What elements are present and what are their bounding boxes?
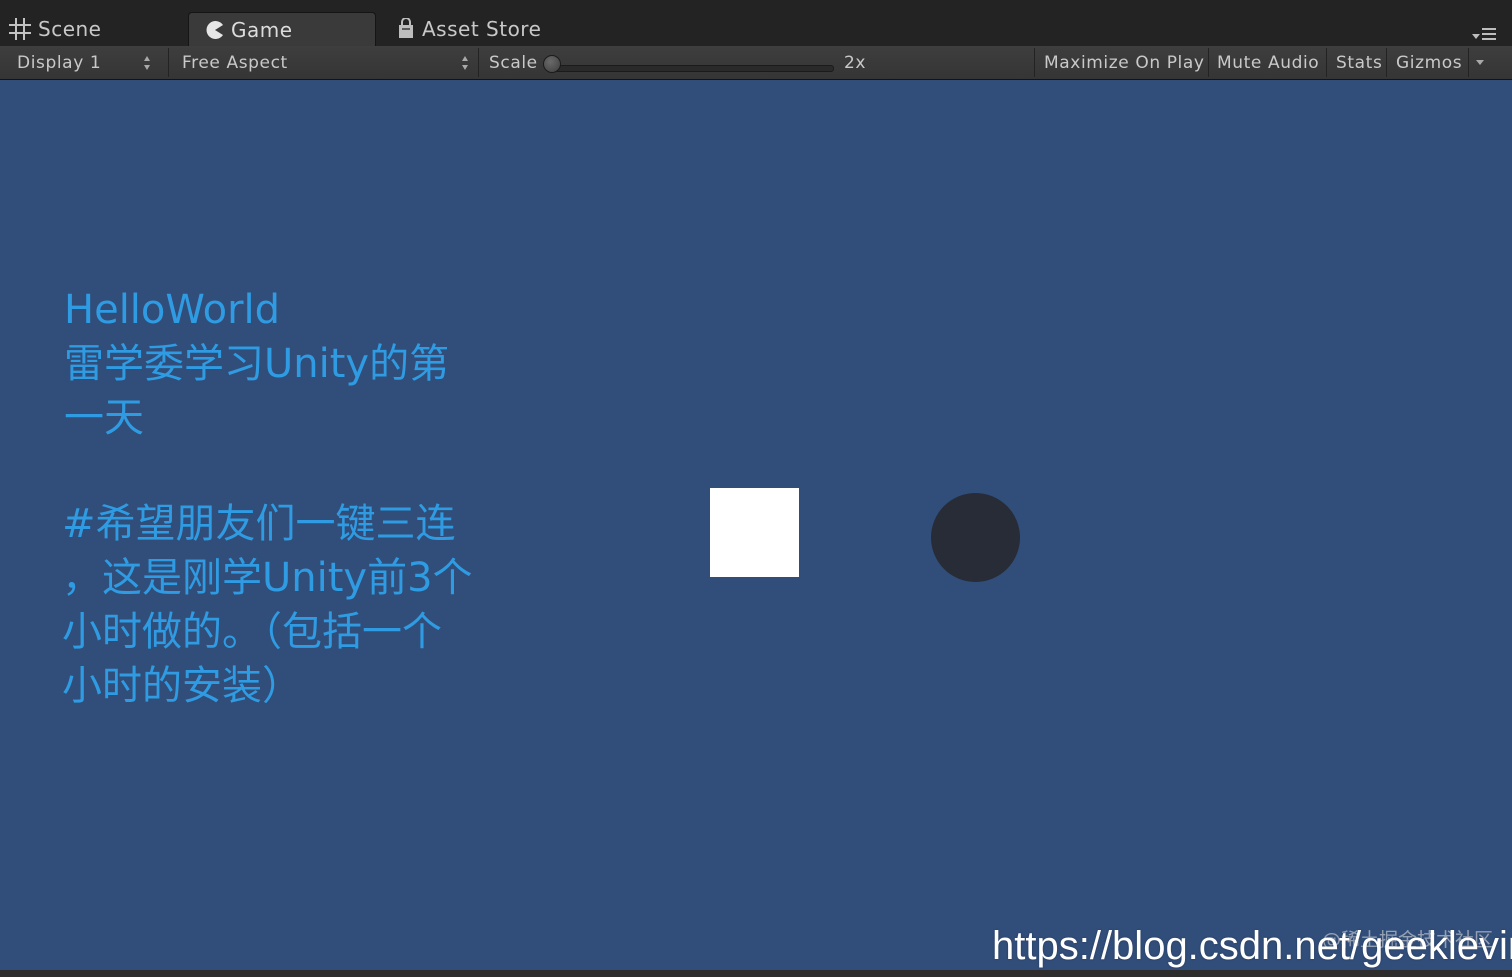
white-square-sprite [710, 488, 799, 577]
dark-circle-sprite [931, 493, 1020, 582]
tab-scene[interactable]: Scene [8, 12, 178, 46]
pacman-icon [205, 20, 225, 40]
up-down-arrows-icon [462, 56, 470, 70]
gizmos-button[interactable]: Gizmos [1386, 46, 1468, 79]
display-dropdown[interactable]: Display 1 [0, 46, 160, 79]
aspect-dropdown-label: Free Aspect [182, 52, 288, 73]
wish-text: #希望朋友们一键三连 ，这是刚学Unity前3个 小时做的。（包括一个 小时的安… [62, 501, 473, 709]
tab-asset-store-label: Asset Store [422, 17, 542, 41]
tab-menu-button[interactable] [1472, 26, 1498, 42]
stats-button[interactable]: Stats [1326, 46, 1386, 79]
gizmos-dropdown-icon[interactable] [1476, 60, 1484, 65]
grid-icon [8, 17, 32, 41]
game-viewport[interactable]: HelloWorld 雷学委学习Unity的第 一天 #希望朋友们一键三连 ，这… [0, 80, 1512, 970]
scale-slider-track[interactable] [552, 65, 834, 72]
hello-world-text: HelloWorld 雷学委学习Unity的第 一天 [64, 287, 450, 441]
toolbar-divider [1468, 48, 1469, 77]
editor-tab-bar: Scene Game Asset Store [0, 0, 1512, 47]
tab-game-label: Game [231, 17, 293, 42]
bottom-edge [0, 970, 1512, 977]
tab-scene-label: Scene [38, 17, 102, 41]
mute-audio-button[interactable]: Mute Audio [1208, 46, 1326, 79]
chevron-down-icon [1472, 34, 1480, 39]
game-view-toolbar: Display 1 Free Aspect Scale 2x Maximize … [0, 46, 1512, 80]
up-down-arrows-icon [144, 56, 152, 70]
tab-asset-store[interactable]: Asset Store [396, 12, 596, 46]
scale-value: 2x [844, 52, 867, 73]
blog-url-watermark: https://blog.csdn.net/geeklevin [992, 924, 1512, 968]
aspect-dropdown[interactable]: Free Aspect [168, 46, 478, 79]
unity-editor-window: Scene Game Asset Store Display 1 Free As… [0, 0, 1512, 977]
tab-game[interactable]: Game [188, 12, 376, 46]
scale-slider-handle[interactable] [543, 55, 561, 73]
maximize-on-play-button[interactable]: Maximize On Play [1034, 46, 1208, 79]
store-bag-icon [396, 18, 416, 40]
menu-icon [1482, 28, 1496, 40]
display-dropdown-label: Display 1 [17, 52, 102, 73]
